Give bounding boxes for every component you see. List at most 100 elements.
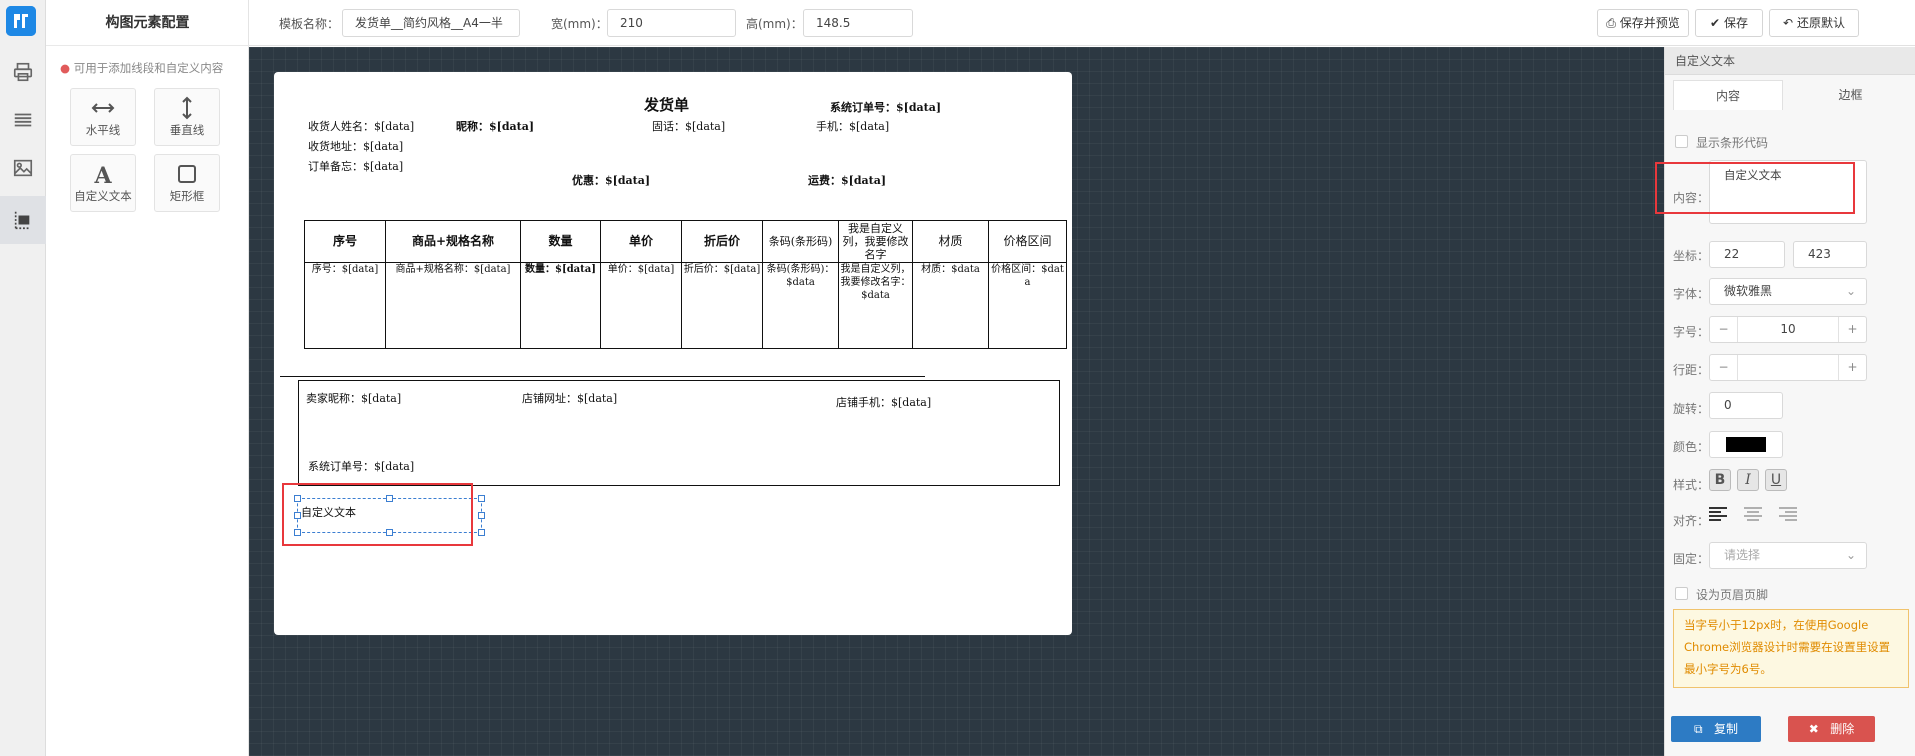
address[interactable]: 收货地址：$[data] xyxy=(308,138,403,154)
copy-icon: ⧉ xyxy=(1693,722,1703,736)
order-number[interactable]: 系统订单号：$[data] xyxy=(830,99,941,115)
line-spacing-stepper[interactable]: − + xyxy=(1709,354,1867,381)
table-cell[interactable]: 折后价：$[data] xyxy=(681,262,763,349)
list-icon[interactable] xyxy=(0,96,46,144)
reset-label: 还原默认 xyxy=(1796,16,1845,30)
tool-vertical-line[interactable]: 垂直线 xyxy=(154,88,220,146)
minus-button[interactable]: − xyxy=(1710,317,1738,342)
rectangle-icon xyxy=(178,165,196,183)
shipping-fee[interactable]: 运费：$[data] xyxy=(808,172,886,188)
text-icon: A xyxy=(93,163,112,186)
bold-button[interactable]: B xyxy=(1709,469,1731,491)
size-value: 10 xyxy=(1780,322,1796,336)
tool-label: 水平线 xyxy=(85,123,121,137)
printer-icon[interactable] xyxy=(0,48,46,96)
height-input[interactable]: 148.5 xyxy=(803,9,913,37)
column-header[interactable]: 条码(条形码) xyxy=(762,220,839,263)
column-header[interactable]: 序号 xyxy=(304,220,386,263)
column-header[interactable]: 数量 xyxy=(520,220,601,263)
tool-horizontal-line[interactable]: 水平线 xyxy=(70,88,136,146)
column-header[interactable]: 我是自定义列，我要修改名字 xyxy=(838,220,913,263)
tab-border[interactable]: 边框 xyxy=(1793,80,1908,110)
style-label: 样式： xyxy=(1673,478,1710,492)
discount[interactable]: 优惠：$[data] xyxy=(572,172,650,188)
column-header[interactable]: 价格区间 xyxy=(988,220,1067,263)
copy-button[interactable]: ⧉ 复制 xyxy=(1671,716,1761,742)
table-cell[interactable]: 数量：$[data] xyxy=(520,262,601,349)
color-picker[interactable] xyxy=(1709,431,1783,458)
table-cell[interactable]: 单价：$[data] xyxy=(600,262,682,349)
tool-rectangle[interactable]: 矩形框 xyxy=(154,154,220,212)
align-left-icon[interactable] xyxy=(1709,506,1729,522)
goods-table[interactable]: 序号 商品+规格名称 数量 单价 折后价 条码(条形码) 我是自定义列，我要修改… xyxy=(304,220,1067,349)
resize-handle[interactable] xyxy=(478,529,485,536)
mobile[interactable]: 手机：$[data] xyxy=(816,118,889,134)
chevron-down-icon: ⌄ xyxy=(1845,284,1856,298)
design-canvas[interactable]: 发货单 系统订单号：$[data] 收货人姓名：$[data] 昵称：$[dat… xyxy=(249,47,1664,756)
nickname[interactable]: 昵称：$[data] xyxy=(456,118,534,134)
panel-title: 构图元素配置 xyxy=(46,0,249,46)
document-title[interactable]: 发货单 xyxy=(644,94,689,115)
layout-icon[interactable] xyxy=(0,196,46,244)
reset-button[interactable]: ↶ 还原默认 xyxy=(1769,9,1859,37)
coord-y-input[interactable]: 423 xyxy=(1793,241,1867,268)
coordinate-label: 坐标： xyxy=(1673,249,1710,263)
phone[interactable]: 固话：$[data] xyxy=(652,118,725,134)
shop-phone[interactable]: 店铺手机：$[data] xyxy=(836,394,931,410)
svg-text:A: A xyxy=(93,163,112,186)
table-cell[interactable]: 条码(条形码)：$data xyxy=(762,262,839,349)
resize-handle[interactable] xyxy=(478,495,485,502)
highlight-box xyxy=(1655,162,1855,214)
footer-order-number[interactable]: 系统订单号：$[data] xyxy=(308,458,414,474)
table-cell[interactable]: 价格区间：$data xyxy=(988,262,1067,349)
underline-button[interactable]: U xyxy=(1765,469,1787,491)
table-cell[interactable]: 商品+规格名称：$[data] xyxy=(385,262,521,349)
width-input[interactable]: 210 xyxy=(607,9,736,37)
image-icon[interactable] xyxy=(0,144,46,192)
coord-x-input[interactable]: 22 xyxy=(1709,241,1785,268)
save-preview-button[interactable]: ⎙ 保存并预览 xyxy=(1597,9,1689,37)
hint-text: 可用于添加线段和自定义内容 xyxy=(73,61,224,75)
column-header[interactable]: 折后价 xyxy=(681,220,763,263)
column-header[interactable]: 单价 xyxy=(600,220,682,263)
align-right-icon[interactable] xyxy=(1777,506,1797,522)
properties-panel: 自定义文本 内容 边框 显示条形代码 内容： 自定义文本 坐标： 22 423 … xyxy=(1655,47,1915,756)
table-cell[interactable]: 我是自定义列，我要修改名字：$data xyxy=(838,262,913,349)
save-preview-label: 保存并预览 xyxy=(1619,16,1680,30)
receiver-name[interactable]: 收货人姓名：$[data] xyxy=(308,118,414,134)
tool-custom-text[interactable]: A 自定义文本 xyxy=(70,154,136,212)
minus-button[interactable]: − xyxy=(1710,355,1738,380)
rotate-input[interactable]: 0 xyxy=(1709,392,1783,419)
header-footer-checkbox[interactable] xyxy=(1675,587,1688,600)
resize-handle[interactable] xyxy=(478,512,485,519)
column-header[interactable]: 材质 xyxy=(912,220,989,263)
plus-button[interactable]: + xyxy=(1838,317,1866,342)
seller-nick[interactable]: 卖家昵称：$[data] xyxy=(306,390,401,406)
line-spacing-label: 行距： xyxy=(1673,363,1710,377)
horizontal-divider[interactable] xyxy=(280,376,925,377)
table-cell[interactable]: 材质：$data xyxy=(912,262,989,349)
fixed-select[interactable]: 请选择 ⌄ xyxy=(1709,542,1867,569)
column-header[interactable]: 商品+规格名称 xyxy=(385,220,521,263)
show-barcode-checkbox[interactable] xyxy=(1675,135,1688,148)
italic-button[interactable]: I xyxy=(1737,469,1759,491)
size-label: 字号： xyxy=(1673,325,1710,339)
paper-sheet[interactable]: 发货单 系统订单号：$[data] 收货人姓名：$[data] 昵称：$[dat… xyxy=(274,72,1072,635)
save-label: 保存 xyxy=(1723,16,1748,30)
save-button[interactable]: ✔ 保存 xyxy=(1695,9,1763,37)
tab-content[interactable]: 内容 xyxy=(1673,80,1783,110)
align-center-icon[interactable] xyxy=(1743,506,1763,522)
remark[interactable]: 订单备忘：$[data] xyxy=(308,158,403,174)
font-select[interactable]: 微软雅黑 ⌄ xyxy=(1709,278,1867,305)
delete-button[interactable]: ✖ 删除 xyxy=(1788,716,1875,742)
logo-icon[interactable] xyxy=(6,6,36,36)
plus-button[interactable]: + xyxy=(1838,355,1866,380)
info-icon: ● xyxy=(60,61,71,75)
header-footer-label: 设为页眉页脚 xyxy=(1696,588,1769,602)
check-icon: ✔ xyxy=(1710,16,1721,30)
template-name-input[interactable]: 发货单__简约风格__A4一半 xyxy=(342,9,520,37)
shop-url[interactable]: 店铺网址：$[data] xyxy=(522,390,617,406)
table-cell[interactable]: 序号：$[data] xyxy=(304,262,386,349)
template-name-label: 模板名称： xyxy=(279,17,340,31)
size-stepper[interactable]: − 10 + xyxy=(1709,316,1867,343)
